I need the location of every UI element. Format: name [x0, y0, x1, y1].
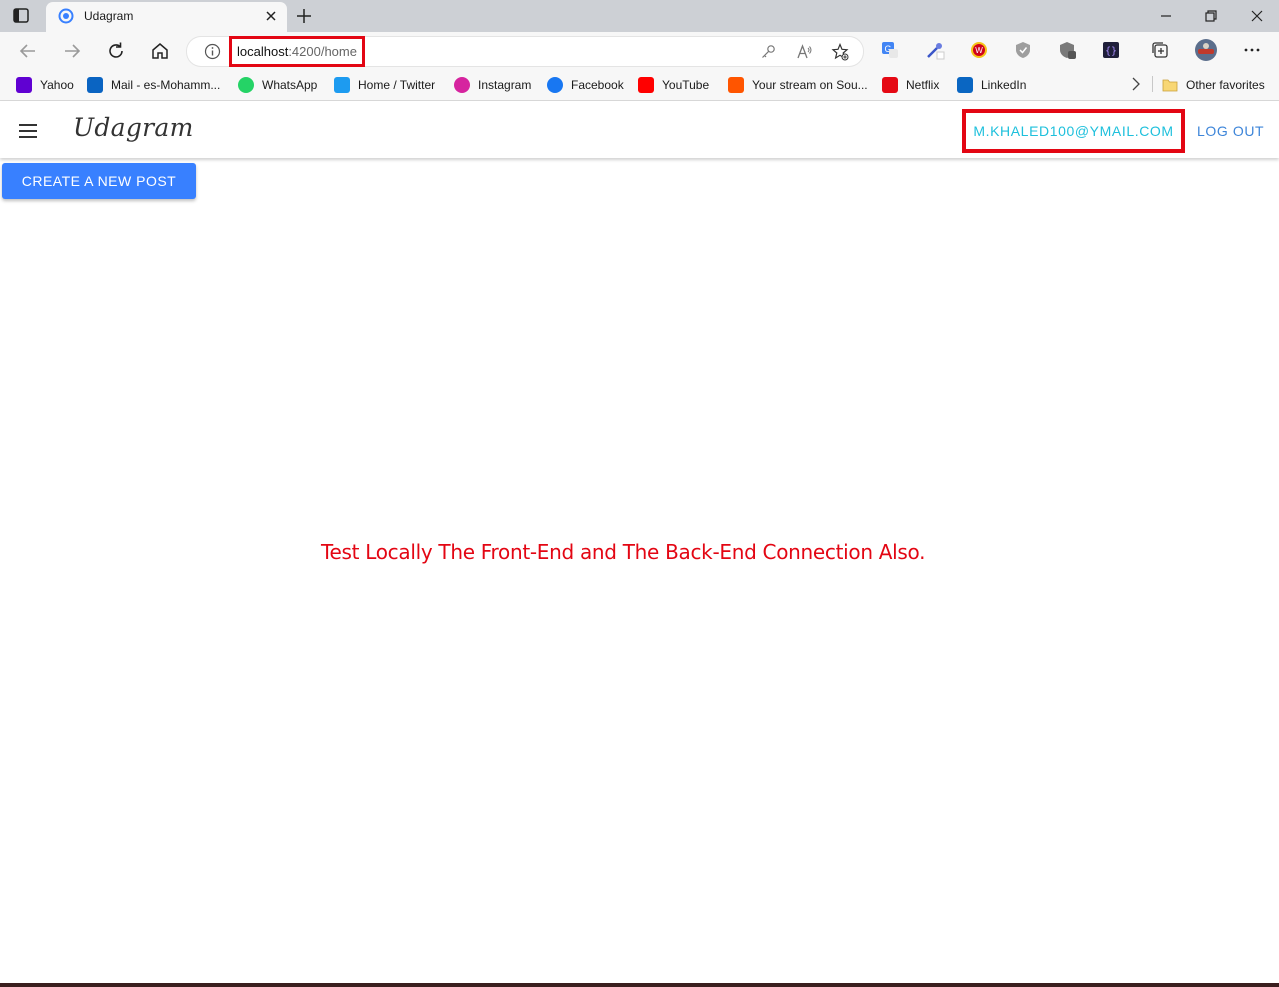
whatsapp-icon — [238, 77, 254, 93]
create-post-button[interactable]: CREATE A NEW POST — [2, 163, 196, 199]
favorite-item[interactable]: LinkedIn — [957, 76, 1026, 94]
netflix-icon — [882, 77, 898, 93]
picker-extension-icon[interactable] — [925, 40, 945, 60]
add-favorite-icon[interactable] — [831, 42, 849, 61]
favorite-label: Your stream on Sou... — [752, 78, 868, 92]
url-path: :4200/home — [288, 44, 357, 59]
favorite-item[interactable]: Instagram — [454, 76, 531, 94]
other-favorites[interactable]: Other favorites — [1162, 76, 1265, 94]
youtube-icon — [638, 77, 654, 93]
close-window-icon[interactable] — [1248, 7, 1266, 25]
read-aloud-icon[interactable] — [795, 43, 813, 61]
minimize-icon[interactable] — [1157, 7, 1175, 25]
favorite-item[interactable]: Your stream on Sou... — [728, 76, 868, 94]
svg-text:W: W — [975, 46, 983, 55]
url-highlight-box: localhost:4200/home — [229, 36, 365, 67]
facebook-icon — [547, 77, 563, 93]
back-icon[interactable] — [17, 40, 39, 62]
profile-avatar-icon[interactable] — [1194, 38, 1218, 62]
instagram-icon — [454, 77, 470, 93]
tab-title: Udagram — [84, 9, 134, 23]
user-email[interactable]: M.KHALED100@YMAIL.COM — [973, 123, 1173, 139]
shield-extension-icon[interactable] — [1013, 40, 1033, 60]
favorite-item[interactable]: Mail - es-Mohamm... — [87, 76, 220, 94]
taskbar-edge — [0, 983, 1279, 987]
home-icon[interactable] — [149, 40, 171, 62]
forward-icon[interactable] — [61, 40, 83, 62]
tab-favicon-icon — [58, 8, 74, 24]
key-icon[interactable] — [759, 43, 777, 61]
site-info-icon[interactable] — [204, 43, 221, 60]
collections-icon[interactable] — [1150, 40, 1170, 60]
logout-button[interactable]: LOG OUT — [1197, 123, 1264, 139]
address-bar[interactable]: localhost:4200/home — [187, 36, 863, 67]
code-extension-icon[interactable]: {} — [1101, 40, 1121, 60]
user-email-highlight-box: M.KHALED100@YMAIL.COM — [962, 109, 1185, 153]
favorite-label: Instagram — [478, 78, 532, 92]
other-favorites-label: Other favorites — [1186, 78, 1265, 92]
url-host: localhost — [237, 44, 289, 59]
favorite-label: Yahoo — [40, 78, 74, 92]
chevron-right-icon[interactable] — [1129, 76, 1143, 92]
outlook-icon — [87, 77, 103, 93]
tab-actions-icon[interactable] — [11, 7, 31, 25]
tab-strip: Udagram — [0, 0, 1279, 32]
annotation-text: Test Locally The Front-End and The Back-… — [321, 540, 926, 564]
ublock-extension-icon[interactable] — [1057, 40, 1077, 60]
close-tab-icon[interactable] — [264, 9, 278, 23]
hamburger-menu-icon[interactable] — [18, 123, 38, 139]
favorite-item[interactable]: Yahoo — [16, 76, 74, 94]
wappalyzer-extension-icon[interactable]: W — [969, 40, 989, 60]
favorite-label: Mail - es-Mohamm... — [111, 78, 221, 92]
more-menu-icon[interactable] — [1242, 40, 1262, 60]
svg-text:{}: {} — [1105, 46, 1117, 57]
favorite-item[interactable]: Netflix — [882, 76, 939, 94]
favorite-label: LinkedIn — [981, 78, 1027, 92]
linkedin-icon — [957, 77, 973, 93]
favorite-label: WhatsApp — [262, 78, 318, 92]
app-header: Udagram M.KHALED100@YMAIL.COM LOG OUT — [0, 101, 1279, 158]
favorite-item[interactable]: YouTube — [638, 76, 709, 94]
favorite-label: Netflix — [906, 78, 940, 92]
favorites-divider — [1152, 76, 1153, 92]
folder-icon — [1162, 77, 1178, 93]
favorite-item[interactable]: Facebook — [547, 76, 624, 94]
soundcloud-icon — [728, 77, 744, 93]
browser-toolbar: localhost:4200/home G W {} — [0, 32, 1279, 70]
favorite-item[interactable]: WhatsApp — [238, 76, 317, 94]
refresh-icon[interactable] — [105, 40, 127, 62]
twitter-icon — [334, 77, 350, 93]
favorite-label: Facebook — [571, 78, 624, 92]
favorite-label: YouTube — [662, 78, 710, 92]
restore-icon[interactable] — [1202, 7, 1220, 25]
favorite-item[interactable]: Home / Twitter — [334, 76, 435, 94]
translate-extension-icon[interactable]: G — [880, 40, 900, 60]
app-brand[interactable]: Udagram — [73, 113, 194, 142]
favorite-label: Home / Twitter — [358, 78, 436, 92]
yahoo-icon — [16, 77, 32, 93]
browser-tab[interactable]: Udagram — [46, 2, 287, 32]
new-tab-icon[interactable] — [294, 6, 314, 26]
